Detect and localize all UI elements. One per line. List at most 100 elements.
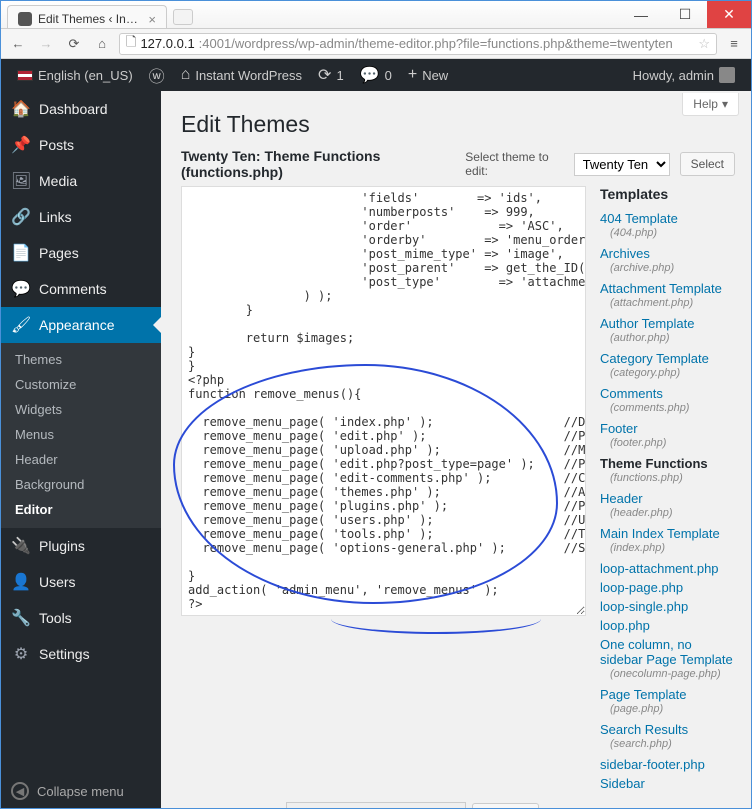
page-icon: 📄 xyxy=(11,243,31,263)
submenu-themes[interactable]: Themes xyxy=(1,347,161,372)
template-link[interactable]: 404 Template xyxy=(600,208,735,227)
browser-tab[interactable]: Edit Themes ‹ Instant Wo… × xyxy=(7,5,167,28)
collapse-menu[interactable]: ◀Collapse menu xyxy=(1,774,161,808)
template-link[interactable]: Main Index Template xyxy=(600,523,735,542)
plugin-icon: 🔌 xyxy=(11,536,31,556)
new-tab-button[interactable] xyxy=(173,9,193,25)
home-icon: ⌂ xyxy=(181,66,191,84)
browser-toolbar: ← → ⟳ ⌂ 🗋 127.0.0.1:4001/wordpress/wp-ad… xyxy=(1,29,751,59)
pin-icon: 📌 xyxy=(11,135,31,155)
minimize-button[interactable]: — xyxy=(619,1,663,28)
browser-titlebar: Edit Themes ‹ Instant Wo… × — ☐ ✕ xyxy=(1,1,751,29)
menu-links[interactable]: 🔗Links xyxy=(1,199,161,235)
menu-dashboard[interactable]: 🏠Dashboard xyxy=(1,91,161,127)
template-link[interactable]: Header xyxy=(600,488,735,507)
template-filename: (404.php) xyxy=(600,227,735,243)
menu-comments[interactable]: 💬Comments xyxy=(1,271,161,307)
url-host: 127.0.0.1 xyxy=(140,36,194,51)
my-account[interactable]: Howdy, admin xyxy=(625,59,743,91)
template-link[interactable]: Theme Functions xyxy=(600,453,735,472)
users-icon: 👤 xyxy=(11,572,31,592)
brush-icon: 🖌 xyxy=(11,315,31,335)
template-link[interactable]: Category Template xyxy=(600,348,735,367)
template-link[interactable]: loop-attachment.php xyxy=(600,558,735,577)
content-area: Help▾ Edit Themes Twenty Ten: Theme Func… xyxy=(161,91,751,808)
file-header: Twenty Ten: Theme Functions (functions.p… xyxy=(181,148,455,180)
template-link[interactable]: Archives xyxy=(600,243,735,262)
template-filename: (index.php) xyxy=(600,542,735,558)
address-bar[interactable]: 🗋 127.0.0.1:4001/wordpress/wp-admin/them… xyxy=(119,33,717,55)
avatar xyxy=(719,67,735,83)
template-link[interactable]: loop-page.php xyxy=(600,577,735,596)
template-filename: (comments.php) xyxy=(600,402,735,418)
template-link[interactable]: Attachment Template xyxy=(600,278,735,297)
dashboard-icon: 🏠 xyxy=(11,99,31,119)
templates-heading: Templates xyxy=(600,186,735,202)
language-switcher[interactable]: English (en_US) xyxy=(9,59,141,91)
tab-title: Edit Themes ‹ Instant Wo… xyxy=(38,12,142,26)
submenu-background[interactable]: Background xyxy=(1,472,161,497)
new-content-link[interactable]: +New xyxy=(400,59,456,91)
browser-menu-button[interactable]: ≡ xyxy=(723,36,745,51)
submenu-menus[interactable]: Menus xyxy=(1,422,161,447)
tab-close-icon[interactable]: × xyxy=(148,12,156,27)
tools-icon: 🔧 xyxy=(11,608,31,628)
template-link[interactable]: Page Template xyxy=(600,684,735,703)
menu-tools[interactable]: 🔧Tools xyxy=(1,600,161,636)
template-filename: (archive.php) xyxy=(600,262,735,278)
wordpress-icon: ⓦ xyxy=(149,63,165,87)
template-link[interactable]: Search Results xyxy=(600,719,735,738)
reload-button[interactable]: ⟳ xyxy=(63,33,85,55)
submenu-appearance: Themes Customize Widgets Menus Header Ba… xyxy=(1,343,161,528)
template-filename: (search.php) xyxy=(600,738,735,754)
menu-settings[interactable]: ⚙Settings xyxy=(1,636,161,672)
template-link[interactable]: loop-single.php xyxy=(600,596,735,615)
close-window-button[interactable]: ✕ xyxy=(707,1,751,28)
media-icon: 🖼 xyxy=(11,171,31,191)
menu-appearance[interactable]: 🖌Appearance xyxy=(1,307,161,343)
theme-select[interactable]: Twenty Ten xyxy=(574,153,670,176)
comments-link[interactable]: 💬0 xyxy=(352,59,400,91)
menu-media[interactable]: 🖼Media xyxy=(1,163,161,199)
template-link[interactable]: Author Template xyxy=(600,313,735,332)
menu-plugins[interactable]: 🔌Plugins xyxy=(1,528,161,564)
code-editor[interactable] xyxy=(181,186,586,616)
template-link[interactable]: One column, no sidebar Page Template xyxy=(600,634,735,668)
lookup-button[interactable]: Look Up xyxy=(472,803,539,809)
bookmark-star-icon[interactable]: ☆ xyxy=(698,36,710,52)
forward-button[interactable]: → xyxy=(35,33,57,55)
window-controls: — ☐ ✕ xyxy=(619,1,751,28)
template-link[interactable]: sidebar-footer.php xyxy=(600,754,735,773)
home-button[interactable]: ⌂ xyxy=(91,33,113,55)
menu-pages[interactable]: 📄Pages xyxy=(1,235,161,271)
wp-logo[interactable]: ⓦ xyxy=(141,59,173,91)
submenu-widgets[interactable]: Widgets xyxy=(1,397,161,422)
help-tab[interactable]: Help▾ xyxy=(682,93,739,116)
menu-posts[interactable]: 📌Posts xyxy=(1,127,161,163)
update-icon: ⟳ xyxy=(318,65,331,85)
submenu-editor[interactable]: Editor xyxy=(1,497,161,522)
menu-users[interactable]: 👤Users xyxy=(1,564,161,600)
admin-menu: 🏠Dashboard 📌Posts 🖼Media 🔗Links 📄Pages 💬… xyxy=(1,91,161,808)
comment-icon: 💬 xyxy=(11,279,31,299)
submenu-customize[interactable]: Customize xyxy=(1,372,161,397)
select-button[interactable]: Select xyxy=(680,152,735,176)
updates-link[interactable]: ⟳1 xyxy=(310,59,352,91)
maximize-button[interactable]: ☐ xyxy=(663,1,707,28)
wordpress-favicon xyxy=(18,12,32,26)
template-link[interactable]: Comments xyxy=(600,383,735,402)
templates-sidebar: Templates 404 Template(404.php)Archives(… xyxy=(600,186,735,792)
plus-icon: + xyxy=(408,66,417,84)
function-name-select[interactable]: Function Name… xyxy=(286,802,466,808)
select-theme-label: Select theme to edit: xyxy=(465,150,563,178)
template-link[interactable]: Footer xyxy=(600,418,735,437)
comment-icon: 💬 xyxy=(360,65,380,85)
submenu-header[interactable]: Header xyxy=(1,447,161,472)
template-link[interactable]: Sidebar xyxy=(600,773,735,792)
site-name-link[interactable]: ⌂Instant WordPress xyxy=(173,59,310,91)
url-path: :4001/wordpress/wp-admin/theme-editor.ph… xyxy=(199,36,673,51)
template-link[interactable]: loop.php xyxy=(600,615,735,634)
back-button[interactable]: ← xyxy=(7,33,29,55)
link-icon: 🔗 xyxy=(11,207,31,227)
chevron-down-icon: ▾ xyxy=(722,97,728,111)
